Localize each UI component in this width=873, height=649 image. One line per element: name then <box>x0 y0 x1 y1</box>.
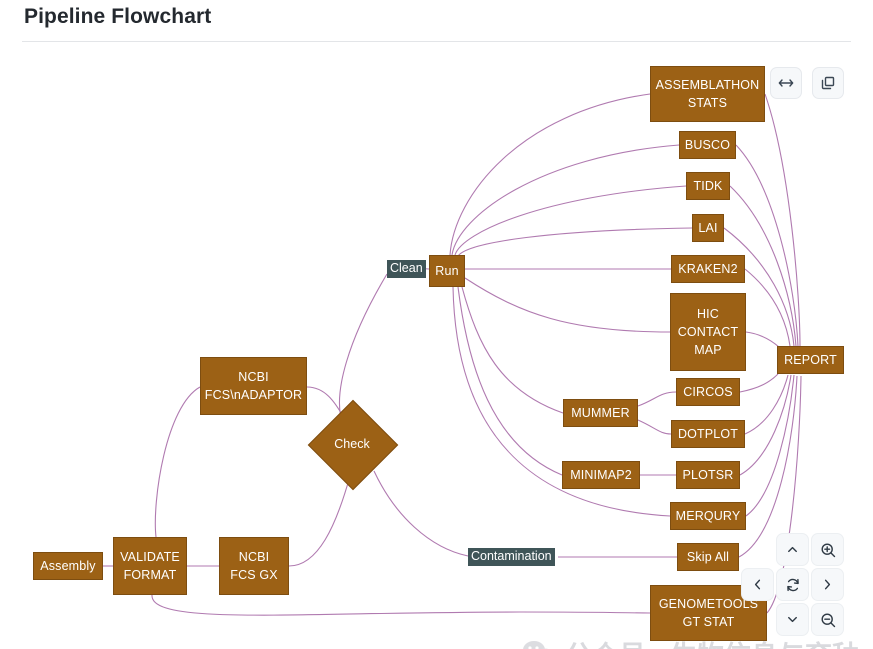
node-label: TIDK <box>693 178 723 193</box>
node-label: VALIDATE FORMAT <box>120 549 180 582</box>
copy-icon <box>821 76 835 90</box>
node-label: ASSEMBLATHON STATS <box>655 77 760 110</box>
node-minimap2[interactable]: MINIMAP2 <box>562 461 640 489</box>
node-label: MUMMER <box>571 405 630 420</box>
node-circos[interactable]: CIRCOS <box>676 378 740 406</box>
node-hic-contact-map[interactable]: HIC CONTACT MAP <box>670 293 746 371</box>
node-label: Skip All <box>686 549 730 564</box>
node-lai[interactable]: LAI <box>692 214 724 242</box>
node-label: MINIMAP2 <box>570 467 632 482</box>
node-label: Run <box>435 263 459 278</box>
zoom-out-icon <box>820 612 835 627</box>
page-title: Pipeline Flowchart <box>24 5 212 28</box>
edge-label-clean: Clean <box>387 260 426 278</box>
zoom-out-button[interactable] <box>811 603 844 636</box>
node-ncbi-fcs-adaptor[interactable]: NCBI FCS\nADAPTOR <box>200 357 307 415</box>
node-ncbi-fcs-gx[interactable]: NCBI FCS GX <box>219 537 289 595</box>
node-assemblathon-stats[interactable]: ASSEMBLATHON STATS <box>650 66 765 122</box>
page-header: Pipeline Flowchart <box>0 0 873 46</box>
node-plotsr[interactable]: PLOTSR <box>676 461 740 489</box>
pan-left-button[interactable] <box>741 568 774 601</box>
flowchart-canvas[interactable]: Assembly VALIDATE FORMAT NCBI FCS\nADAPT… <box>0 46 873 649</box>
node-merqury[interactable]: MERQURY <box>670 502 746 530</box>
node-label: DOTPLOT <box>677 426 739 441</box>
zoom-in-icon <box>820 542 835 557</box>
node-label: REPORT <box>784 352 837 367</box>
node-label: Assembly <box>40 558 96 573</box>
chevron-left-icon <box>754 579 761 590</box>
chevron-right-icon <box>824 579 831 590</box>
node-dotplot[interactable]: DOTPLOT <box>671 420 745 448</box>
node-mummer[interactable]: MUMMER <box>563 399 638 427</box>
node-label: NCBI FCS GX <box>230 549 278 582</box>
node-run[interactable]: Run <box>429 255 465 287</box>
node-label: MERQURY <box>675 508 741 523</box>
refresh-icon <box>786 578 799 591</box>
node-label: NCBI FCS\nADAPTOR <box>204 369 303 402</box>
node-label: PLOTSR <box>682 467 734 482</box>
node-label: BUSCO <box>684 137 731 152</box>
node-busco[interactable]: BUSCO <box>679 131 736 159</box>
header-divider <box>22 41 851 42</box>
chevron-up-icon <box>788 546 797 553</box>
zoom-in-button[interactable] <box>811 533 844 566</box>
node-assembly[interactable]: Assembly <box>33 552 103 580</box>
node-label: KRAKEN2 <box>678 261 738 276</box>
pan-up-button[interactable] <box>776 533 809 566</box>
edge-label-contamination: Contamination <box>468 548 555 566</box>
arrows-horizontal-icon <box>778 79 794 87</box>
copy-button[interactable] <box>812 67 844 99</box>
node-label: CIRCOS <box>683 384 733 399</box>
pan-right-button[interactable] <box>811 568 844 601</box>
page-root: Pipeline Flowchart Assembly VALIDATE FOR… <box>0 0 873 649</box>
chevron-down-icon <box>788 616 797 623</box>
node-label: HIC CONTACT MAP <box>677 306 739 358</box>
node-report[interactable]: REPORT <box>777 346 844 374</box>
node-kraken2[interactable]: KRAKEN2 <box>671 255 745 283</box>
reset-button[interactable] <box>776 568 809 601</box>
node-tidk[interactable]: TIDK <box>686 172 730 200</box>
node-check-label: Check <box>334 437 370 451</box>
fit-width-button[interactable] <box>770 67 802 99</box>
pan-down-button[interactable] <box>776 603 809 636</box>
node-label: LAI <box>698 220 718 235</box>
node-skip-all[interactable]: Skip All <box>677 543 739 571</box>
node-validate-format[interactable]: VALIDATE FORMAT <box>113 537 187 595</box>
